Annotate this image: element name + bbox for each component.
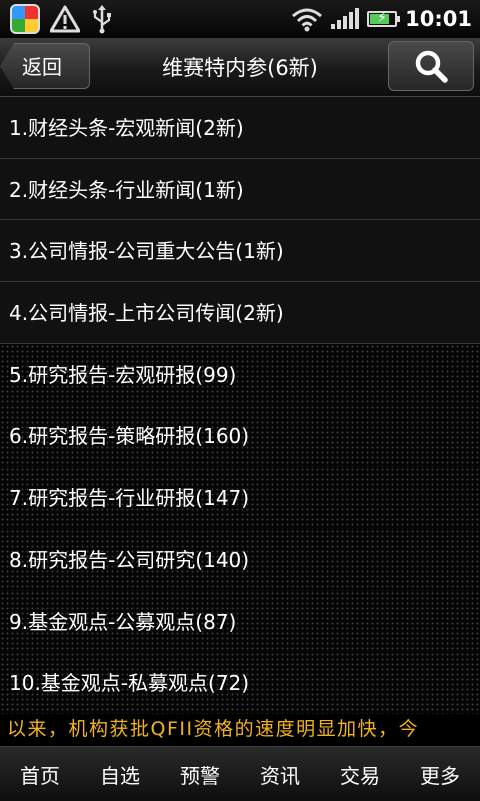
search-icon [415, 50, 448, 83]
list-item[interactable]: 7.研究报告-行业研报(147) [0, 467, 480, 529]
list-item[interactable]: 2.财经头条-行业新闻(1新) [0, 158, 480, 221]
tab-alerts[interactable]: 预警 [172, 760, 228, 789]
search-button[interactable] [388, 41, 474, 91]
bottom-tab-bar: 首页 自选 预警 资讯 交易 更多 [0, 746, 480, 801]
app-launcher-icon [10, 4, 40, 34]
status-clock: 10:01 [405, 7, 472, 31]
battery-charging-icon: ⚡ [367, 10, 401, 27]
back-button[interactable]: 返回 [0, 43, 90, 89]
news-ticker[interactable]: 以来，机构获批QFII资格的速度明显加快，今 [0, 714, 480, 746]
tab-trade[interactable]: 交易 [332, 760, 388, 789]
status-bar: ⚡ 10:01 [0, 0, 480, 39]
tab-news[interactable]: 资讯 [252, 760, 308, 789]
title-bar: 返回 维赛特内参(6新) [0, 38, 480, 97]
tab-watchlist[interactable]: 自选 [92, 760, 148, 789]
tab-home[interactable]: 首页 [12, 760, 68, 789]
list-item[interactable]: 5.研究报告-宏观研报(99) [0, 343, 480, 406]
usb-icon [93, 5, 111, 34]
list-item[interactable]: 9.基金观点-公募观点(87) [0, 590, 480, 653]
signal-icon [331, 8, 360, 29]
list-item[interactable]: 6.研究报告-策略研报(160) [0, 405, 480, 468]
page-title: 维赛特内参(6新) [162, 56, 318, 80]
list-item[interactable]: 8.研究报告-公司研究(140) [0, 528, 480, 591]
news-category-list: 1.财经头条-宏观新闻(2新) 2.财经头条-行业新闻(1新) 3.公司情报-公… [0, 97, 480, 714]
list-item[interactable]: 10.基金观点-私募观点(72) [0, 652, 480, 714]
warning-icon [50, 5, 80, 33]
list-item[interactable]: 4.公司情报-上市公司传闻(2新) [0, 282, 480, 344]
list-item[interactable]: 3.公司情报-公司重大公告(1新) [0, 220, 480, 283]
wifi-icon [292, 8, 323, 32]
tab-more[interactable]: 更多 [412, 760, 468, 789]
list-item[interactable]: 1.财经头条-宏观新闻(2新) [0, 97, 480, 159]
